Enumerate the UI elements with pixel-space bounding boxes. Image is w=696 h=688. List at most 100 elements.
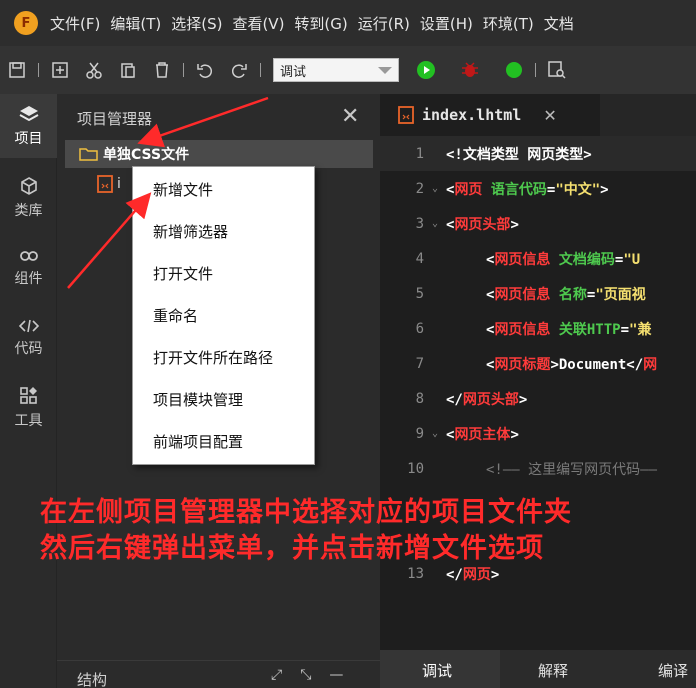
code-line[interactable]: 10 <!—— 这里编写网页代码—— xyxy=(380,451,696,486)
html-file-icon xyxy=(398,106,414,124)
code-line[interactable]: 9 ⌄ <网页主体> xyxy=(380,416,696,451)
save-icon[interactable] xyxy=(4,57,30,83)
fold-chevron-icon[interactable]: ⌄ xyxy=(428,183,442,194)
menu-item[interactable]: 运行(R) xyxy=(358,13,410,34)
code-text: <网页信息 名称="页面视 xyxy=(486,284,646,304)
tab-compile[interactable]: 编译 xyxy=(658,660,688,681)
menu-item[interactable]: 查看(V) xyxy=(232,13,284,34)
context-menu-item[interactable]: 重命名 xyxy=(153,305,198,326)
context-menu: 新增文件新增筛选器打开文件重命名打开文件所在路径 项目模块管理 前端项目配置 xyxy=(132,166,315,465)
tab-debug[interactable]: 调试 xyxy=(422,660,452,681)
code-line[interactable]: 6 <网页信息 关联HTTP="兼 xyxy=(380,311,696,346)
tree-folder-item[interactable]: 单独CSS文件 xyxy=(65,140,373,168)
tree-file-item[interactable]: i xyxy=(97,172,121,196)
context-menu-item[interactable]: 前端项目配置 xyxy=(153,431,243,452)
code-token: 网页信息 xyxy=(494,321,551,338)
code-editor: index.lhtml ✕ 1 <!文档类型 网页类型> 2 ⌄ <网页 语言代码="中… xyxy=(380,94,696,688)
tab-index-lhtml[interactable]: index.lhtml ✕ xyxy=(380,94,600,136)
code-token: 文档编码 xyxy=(550,251,615,268)
app-logo-icon: F xyxy=(14,11,38,35)
fold-chevron-icon[interactable]: ⌄ xyxy=(428,218,442,229)
chevron-down-icon xyxy=(378,66,392,74)
code-line[interactable]: 3 ⌄ <网页头部> xyxy=(380,206,696,241)
code-token: 网页标题 xyxy=(494,356,551,373)
run-icon[interactable] xyxy=(413,57,439,83)
structure-controls: ⤢ ⤡ — xyxy=(271,667,343,683)
delete-icon[interactable] xyxy=(149,57,175,83)
activity-item-code[interactable]: 代码 xyxy=(0,306,57,370)
menu-bar: F 文件(F) 编辑(T) 选择(S) 查看(V) 转到(G) 运行(R) 设置(H) 环境(… xyxy=(0,0,696,46)
menu-item[interactable]: 文件(F) xyxy=(50,13,100,34)
debug-icon[interactable] xyxy=(457,57,483,83)
fold-chevron-icon[interactable]: ⌄ xyxy=(428,428,442,439)
menu-item[interactable]: 编辑(T) xyxy=(110,13,161,34)
activity-item-library[interactable]: 类库 xyxy=(0,166,57,230)
collapse-icon[interactable]: ⤡ xyxy=(300,667,311,683)
main-menu: 文件(F) 编辑(T) 选择(S) 查看(V) 转到(G) 运行(R) 设置(H) 环境(T)… xyxy=(50,13,574,34)
menu-item[interactable]: 选择(S) xyxy=(171,13,222,34)
status-icon[interactable] xyxy=(501,57,527,83)
code-text: <!—— 这里编写网页代码—— xyxy=(486,459,657,479)
menu-item[interactable]: 设置(H) xyxy=(420,13,473,34)
activity-label: 组件 xyxy=(14,271,43,287)
activity-item-tools[interactable]: 工具 xyxy=(0,376,57,440)
code-token: "U xyxy=(623,251,641,268)
minimize-icon[interactable]: — xyxy=(329,667,343,683)
code-line[interactable]: 2 ⌄ <网页 语言代码="中文"> xyxy=(380,171,696,206)
activity-item-project[interactable]: 项目 xyxy=(0,94,57,158)
close-icon[interactable]: ✕ xyxy=(341,104,359,129)
context-menu-item[interactable]: 新增筛选器 xyxy=(153,221,228,242)
code-icon xyxy=(18,319,39,333)
activity-label: 代码 xyxy=(14,341,43,357)
structure-title: 结构 xyxy=(77,671,108,688)
code-line[interactable]: 7 <网页标题>Document</网 xyxy=(380,346,696,381)
code-text: <网页信息 文档编码="U xyxy=(486,249,640,269)
code-token: > xyxy=(600,181,609,198)
context-menu-item[interactable]: 新增文件 xyxy=(153,179,213,200)
tab-interpret[interactable]: 解释 xyxy=(538,660,568,681)
toolbar-separator xyxy=(535,63,536,77)
code-token: > xyxy=(518,391,528,408)
editor-tab-bar: index.lhtml ✕ xyxy=(380,94,696,136)
cut-icon[interactable] xyxy=(81,57,107,83)
expand-icon[interactable]: ⤢ xyxy=(271,667,282,683)
cube-icon xyxy=(20,177,37,195)
annotation-line-2: 然后右键弹出菜单，并点击新增文件选项 xyxy=(40,533,544,564)
folder-icon xyxy=(79,148,98,161)
close-icon[interactable]: ✕ xyxy=(543,106,556,125)
activity-item-components[interactable]: 组件 xyxy=(0,236,57,300)
code-text: <!文档类型 网页类型> xyxy=(446,144,592,164)
activity-bar: 项目 类库 组件 代码 工具 xyxy=(0,94,57,688)
code-token: 语言代码 xyxy=(482,181,547,198)
context-menu-item[interactable]: 打开文件 xyxy=(153,263,213,284)
code-line[interactable]: 1 <!文档类型 网页类型> xyxy=(380,136,696,171)
menu-item[interactable]: 环境(T) xyxy=(483,13,534,34)
code-line[interactable]: 4 <网页信息 文档编码="U xyxy=(380,241,696,276)
code-line[interactable]: 8 </网页头部> xyxy=(380,381,696,416)
code-token: 网页 xyxy=(454,181,483,198)
paste-icon[interactable] xyxy=(115,57,141,83)
menu-item[interactable]: 文档 xyxy=(544,13,574,34)
line-number: 7 xyxy=(415,355,424,372)
tree-file-label: i xyxy=(117,176,121,192)
line-number: 9 xyxy=(415,425,424,442)
mode-select[interactable]: 调试 xyxy=(273,58,399,82)
tree-folder-label: 单独CSS文件 xyxy=(103,147,190,163)
line-number: 6 xyxy=(415,320,424,337)
code-text: <网页 语言代码="中文"> xyxy=(446,179,609,199)
code-text: <网页标题>Document</网 xyxy=(486,354,657,374)
new-file-icon[interactable] xyxy=(47,57,73,83)
context-menu-item[interactable]: 打开文件所在路径 xyxy=(153,347,273,368)
line-number: 2 xyxy=(415,180,424,197)
code-token: </ xyxy=(446,391,463,408)
context-menu-item[interactable]: 项目模块管理 xyxy=(153,389,243,410)
undo-icon[interactable] xyxy=(192,57,218,83)
menu-item[interactable]: 转到(G) xyxy=(294,13,347,34)
find-icon[interactable] xyxy=(544,57,570,83)
toolbar-separator xyxy=(260,63,261,77)
code-token: 网页头部 xyxy=(454,216,511,233)
redo-icon[interactable] xyxy=(226,57,252,83)
html-file-icon xyxy=(97,175,113,193)
code-line[interactable]: 5 <网页信息 名称="页面视 xyxy=(380,276,696,311)
code-token: </ xyxy=(446,566,463,583)
